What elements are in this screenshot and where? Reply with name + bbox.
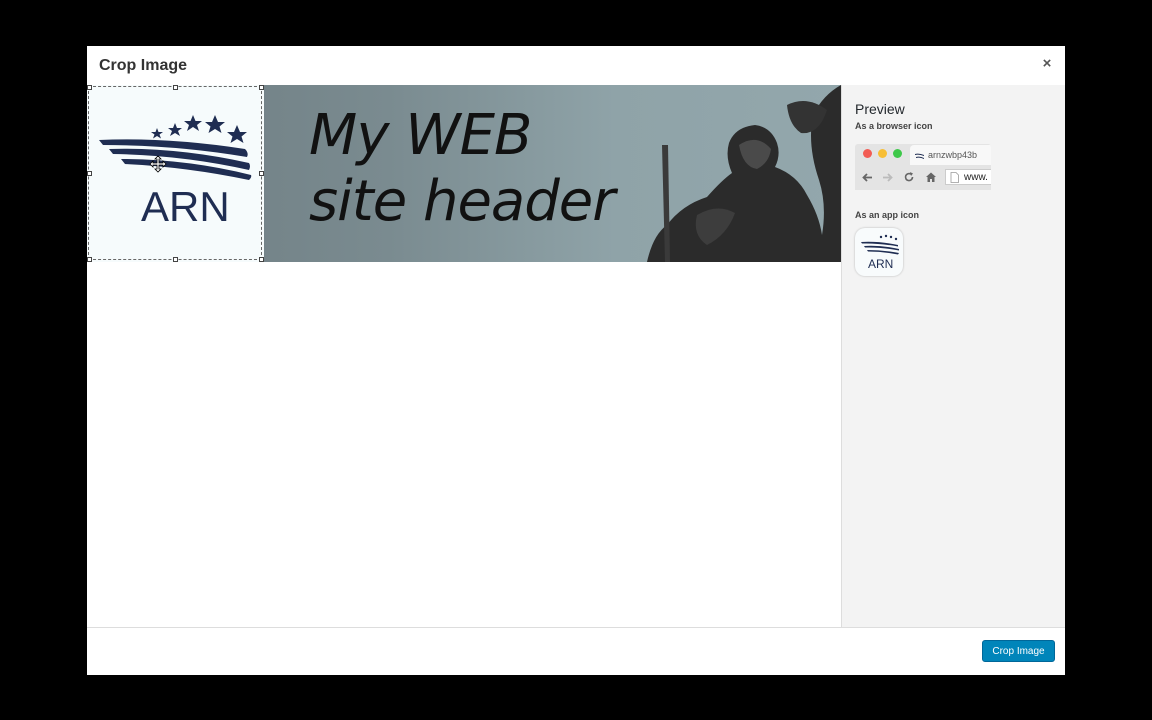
modal-footer: Crop Image (87, 627, 1065, 675)
app-icon-preview: ARN (855, 228, 903, 276)
move-cursor-icon (149, 155, 167, 173)
crop-handle-nw[interactable] (87, 85, 92, 90)
crop-selection[interactable] (88, 86, 262, 260)
close-icon[interactable]: × (1039, 56, 1055, 72)
preview-sidebar: Preview As a browser icon arnzwbp43b www… (841, 85, 1065, 627)
browser-icon-preview: arnzwbp43b www. (855, 144, 991, 190)
modal-title: Crop Image (99, 57, 188, 74)
app-icon-label: As an app icon (855, 210, 920, 220)
crop-image-modal: Crop Image × ARN My WEB site header Prev… (87, 46, 1065, 675)
tab-text: arnzwbp43b (928, 150, 978, 160)
favicon (915, 153, 924, 159)
crop-handle-s[interactable] (173, 257, 178, 262)
page-icon (950, 172, 959, 183)
close-dot (863, 149, 872, 158)
crop-handle-ne[interactable] (259, 85, 264, 90)
crop-handle-sw[interactable] (87, 257, 92, 262)
crop-handle-w[interactable] (87, 171, 92, 176)
browser-icon-label: As a browser icon (855, 121, 933, 131)
browser-tab: arnzwbp43b (910, 145, 991, 165)
minimize-dot (878, 149, 887, 158)
url-bar: www. (945, 169, 991, 185)
crop-handle-se[interactable] (259, 257, 264, 262)
statue-image (647, 85, 841, 262)
crop-image-button[interactable]: Crop Image (982, 640, 1055, 662)
forward-arrow-icon (883, 173, 893, 182)
home-icon (926, 172, 936, 182)
preview-title: Preview (855, 101, 905, 117)
modal-header: Crop Image × (87, 46, 1065, 86)
crop-handle-e[interactable] (259, 171, 264, 176)
app-icon-text: ARN (868, 257, 893, 271)
crop-handle-n[interactable] (173, 85, 178, 90)
zoom-dot (893, 149, 902, 158)
back-arrow-icon (862, 173, 872, 182)
reload-icon (904, 172, 914, 182)
url-text: www. (964, 172, 988, 183)
header-image[interactable]: ARN My WEB site header (87, 85, 841, 262)
crop-area[interactable]: ARN My WEB site header (87, 85, 841, 627)
